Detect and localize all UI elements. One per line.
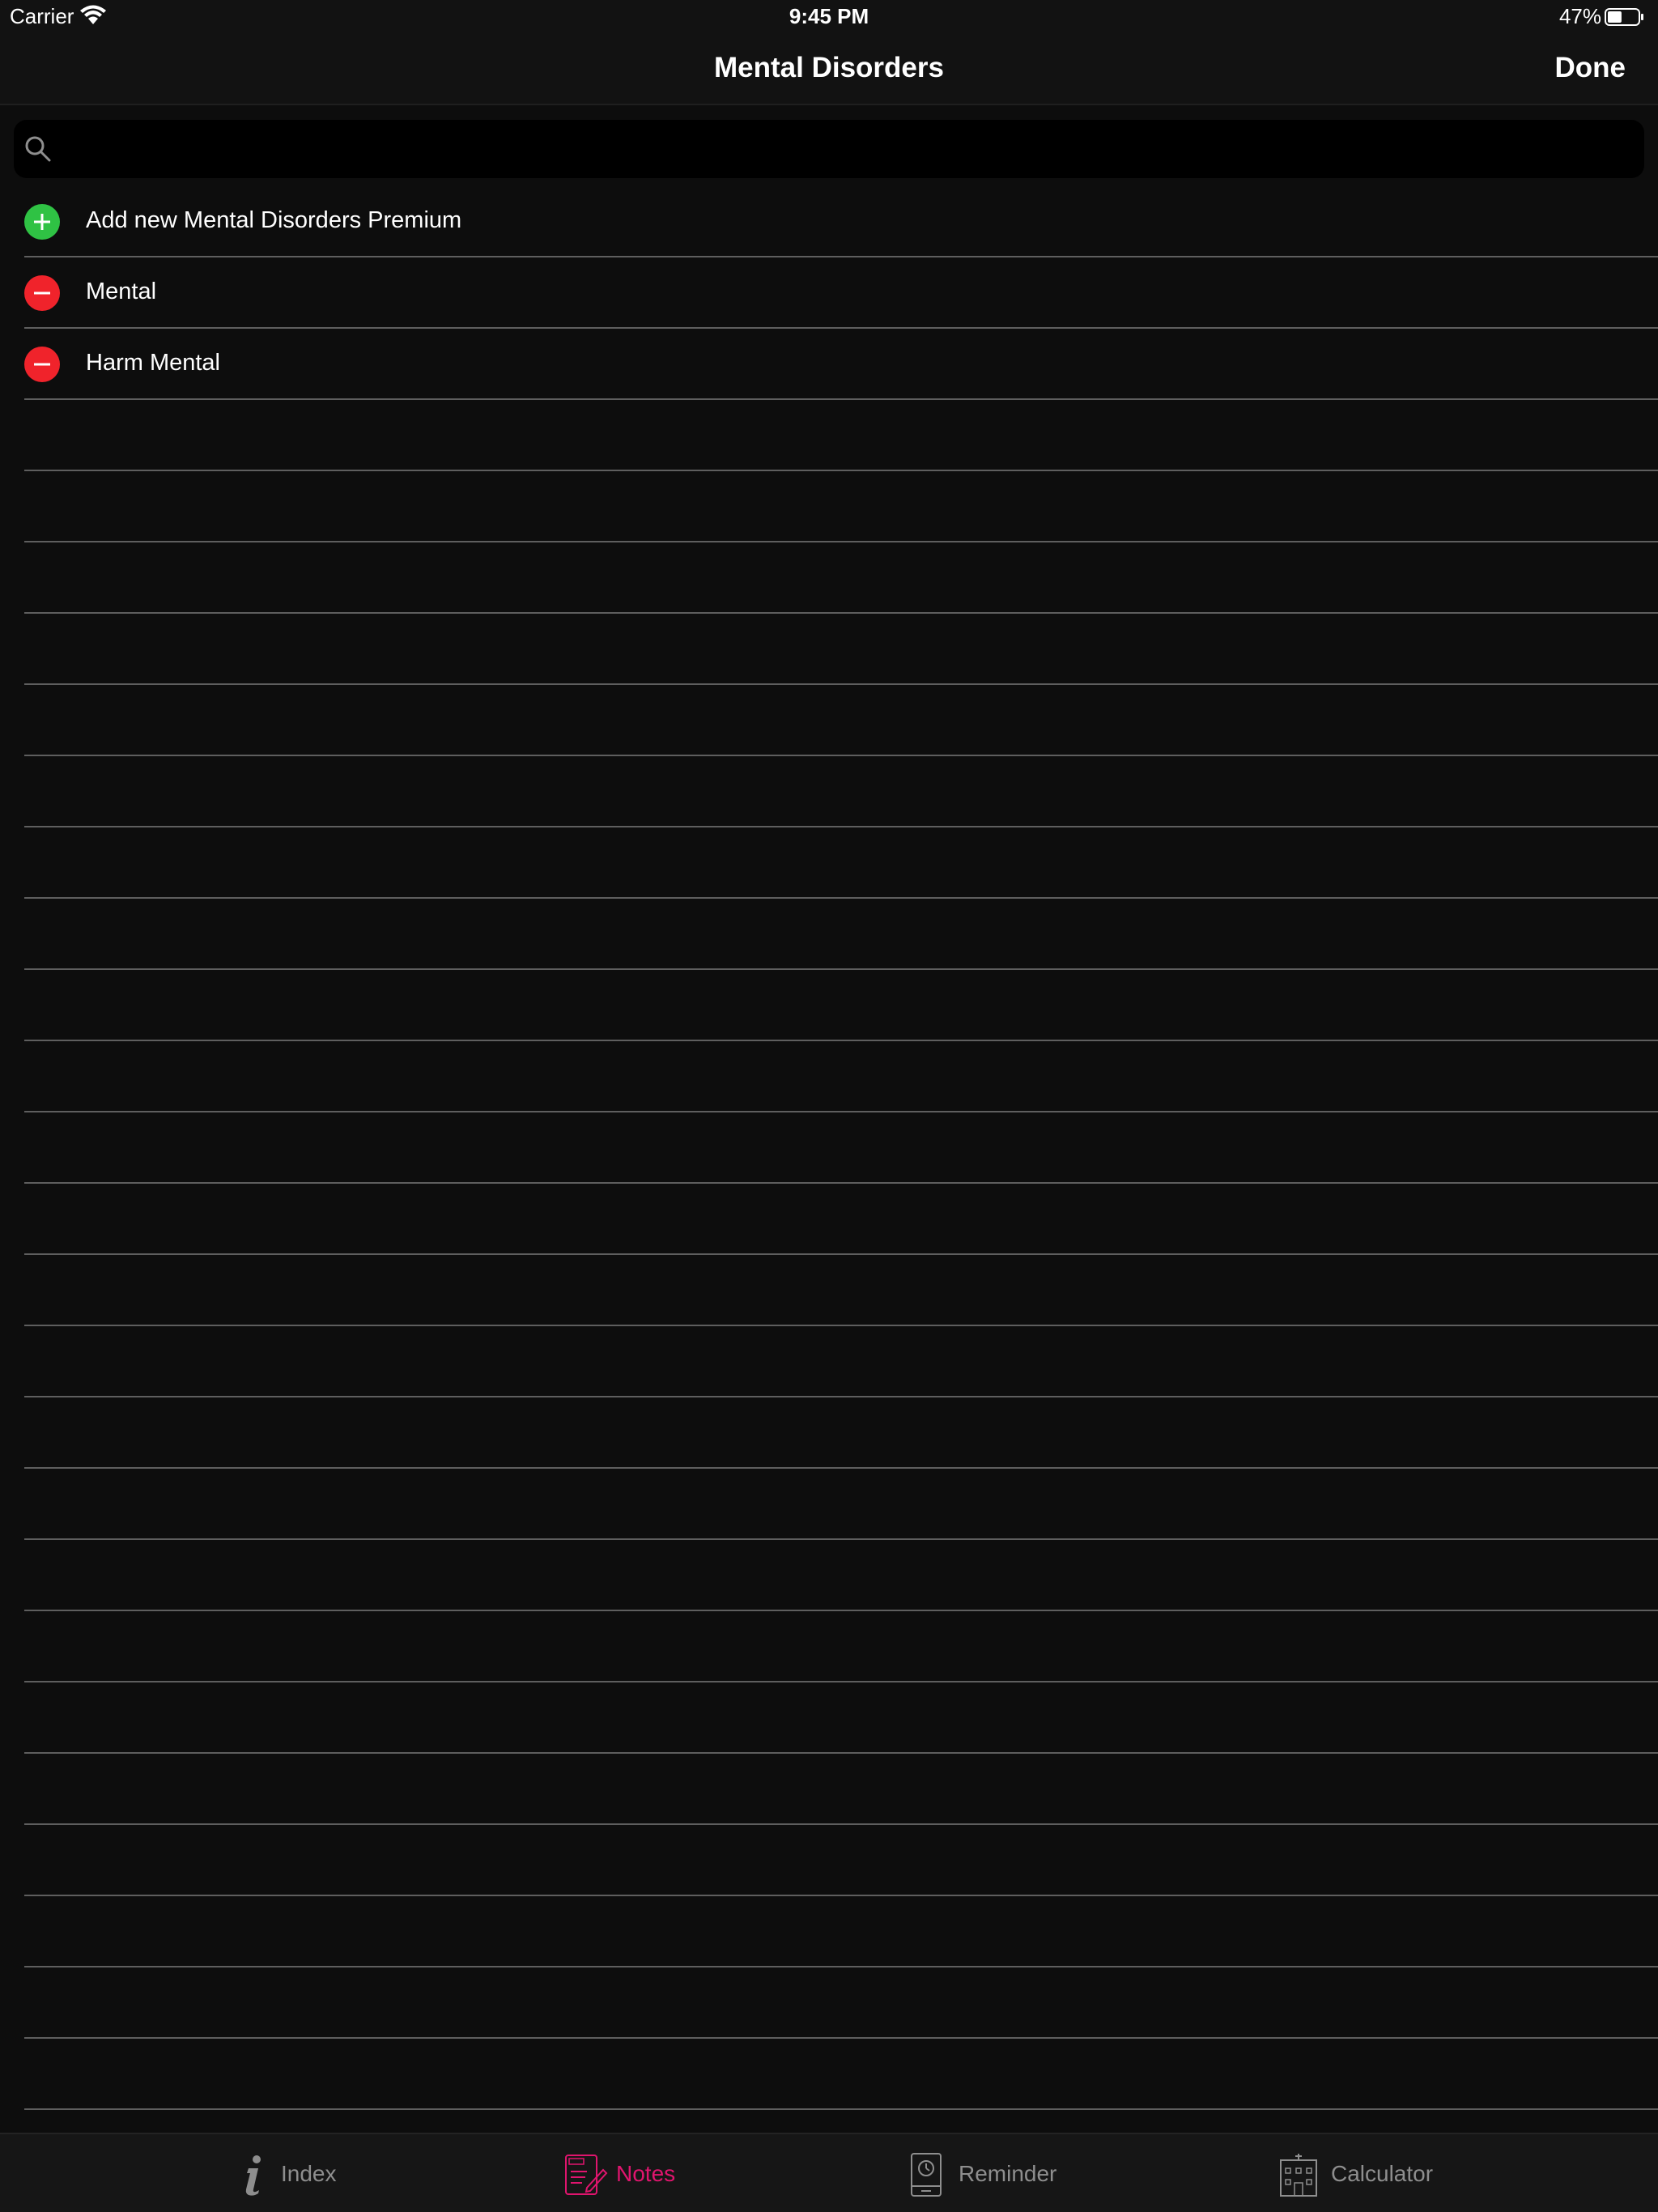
- battery-fill: [1608, 11, 1622, 23]
- empty-row: [24, 1967, 1658, 2039]
- empty-row: [24, 542, 1658, 614]
- empty-row: [24, 1326, 1658, 1397]
- empty-row: [24, 1682, 1658, 1754]
- calculator-icon: [1280, 2154, 1317, 2197]
- search-input[interactable]: [64, 120, 1630, 180]
- list-item[interactable]: Mental: [24, 257, 1658, 329]
- battery-percentage: 47%: [1558, 4, 1601, 28]
- empty-row: [24, 1397, 1658, 1469]
- delete-circle-icon[interactable]: [24, 275, 60, 311]
- tab-label: Notes: [616, 2161, 676, 2186]
- search-bar[interactable]: [14, 120, 1644, 180]
- tab-label: Calculator: [1331, 2161, 1434, 2186]
- tab-label: Index: [281, 2161, 337, 2186]
- tab-index[interactable]: Index: [231, 2134, 360, 2212]
- reminder-icon: [911, 2153, 942, 2197]
- tab-calculator[interactable]: Calculator: [1278, 2134, 1456, 2212]
- empty-row: [24, 1754, 1658, 1825]
- delete-circle-icon[interactable]: [24, 347, 60, 382]
- tab-reminder[interactable]: Reminder: [905, 2134, 1067, 2212]
- empty-row: [24, 899, 1658, 970]
- empty-row: [24, 1825, 1658, 1896]
- navigation-bar: Mental Disorders Done: [0, 32, 1658, 105]
- empty-row: [24, 1255, 1658, 1326]
- empty-row: [24, 1896, 1658, 1967]
- empty-row: [24, 1611, 1658, 1682]
- battery-icon: [1605, 8, 1643, 26]
- notes-screen: Carrier 9:45 PM 47% Mental Disorders Don…: [0, 0, 1658, 2212]
- empty-row: [24, 471, 1658, 542]
- add-note-label: Add new Mental Disorders Premium: [86, 207, 462, 233]
- add-circle-icon[interactable]: [24, 204, 60, 240]
- notes-icon: [565, 2155, 608, 2195]
- empty-row: [24, 970, 1658, 1041]
- empty-row: [24, 1041, 1658, 1112]
- page-title: Mental Disorders: [714, 52, 944, 83]
- list-item[interactable]: Harm Mental: [24, 329, 1658, 400]
- empty-row: [24, 1184, 1658, 1255]
- empty-row: [24, 614, 1658, 685]
- done-button[interactable]: Done: [1555, 52, 1626, 84]
- empty-row: [24, 2039, 1658, 2110]
- status-bar: Carrier 9:45 PM 47%: [0, 0, 1658, 32]
- tab-bar: Index Notes Reminder Calculator: [0, 2133, 1658, 2212]
- search-icon: [25, 136, 51, 162]
- empty-row: [24, 827, 1658, 899]
- empty-row: [24, 400, 1658, 471]
- empty-row: [24, 685, 1658, 756]
- empty-row: [24, 1469, 1658, 1540]
- tab-label: Reminder: [959, 2161, 1057, 2186]
- empty-row: [24, 756, 1658, 827]
- info-icon: [245, 2155, 261, 2196]
- tab-notes[interactable]: Notes: [563, 2134, 692, 2212]
- empty-row: [24, 1540, 1658, 1611]
- empty-row: [24, 1112, 1658, 1184]
- list-item-label: Mental: [86, 279, 157, 304]
- status-time: 9:45 PM: [789, 4, 869, 28]
- list-item-label: Harm Mental: [86, 350, 220, 376]
- add-note-row[interactable]: Add new Mental Disorders Premium: [24, 186, 1658, 257]
